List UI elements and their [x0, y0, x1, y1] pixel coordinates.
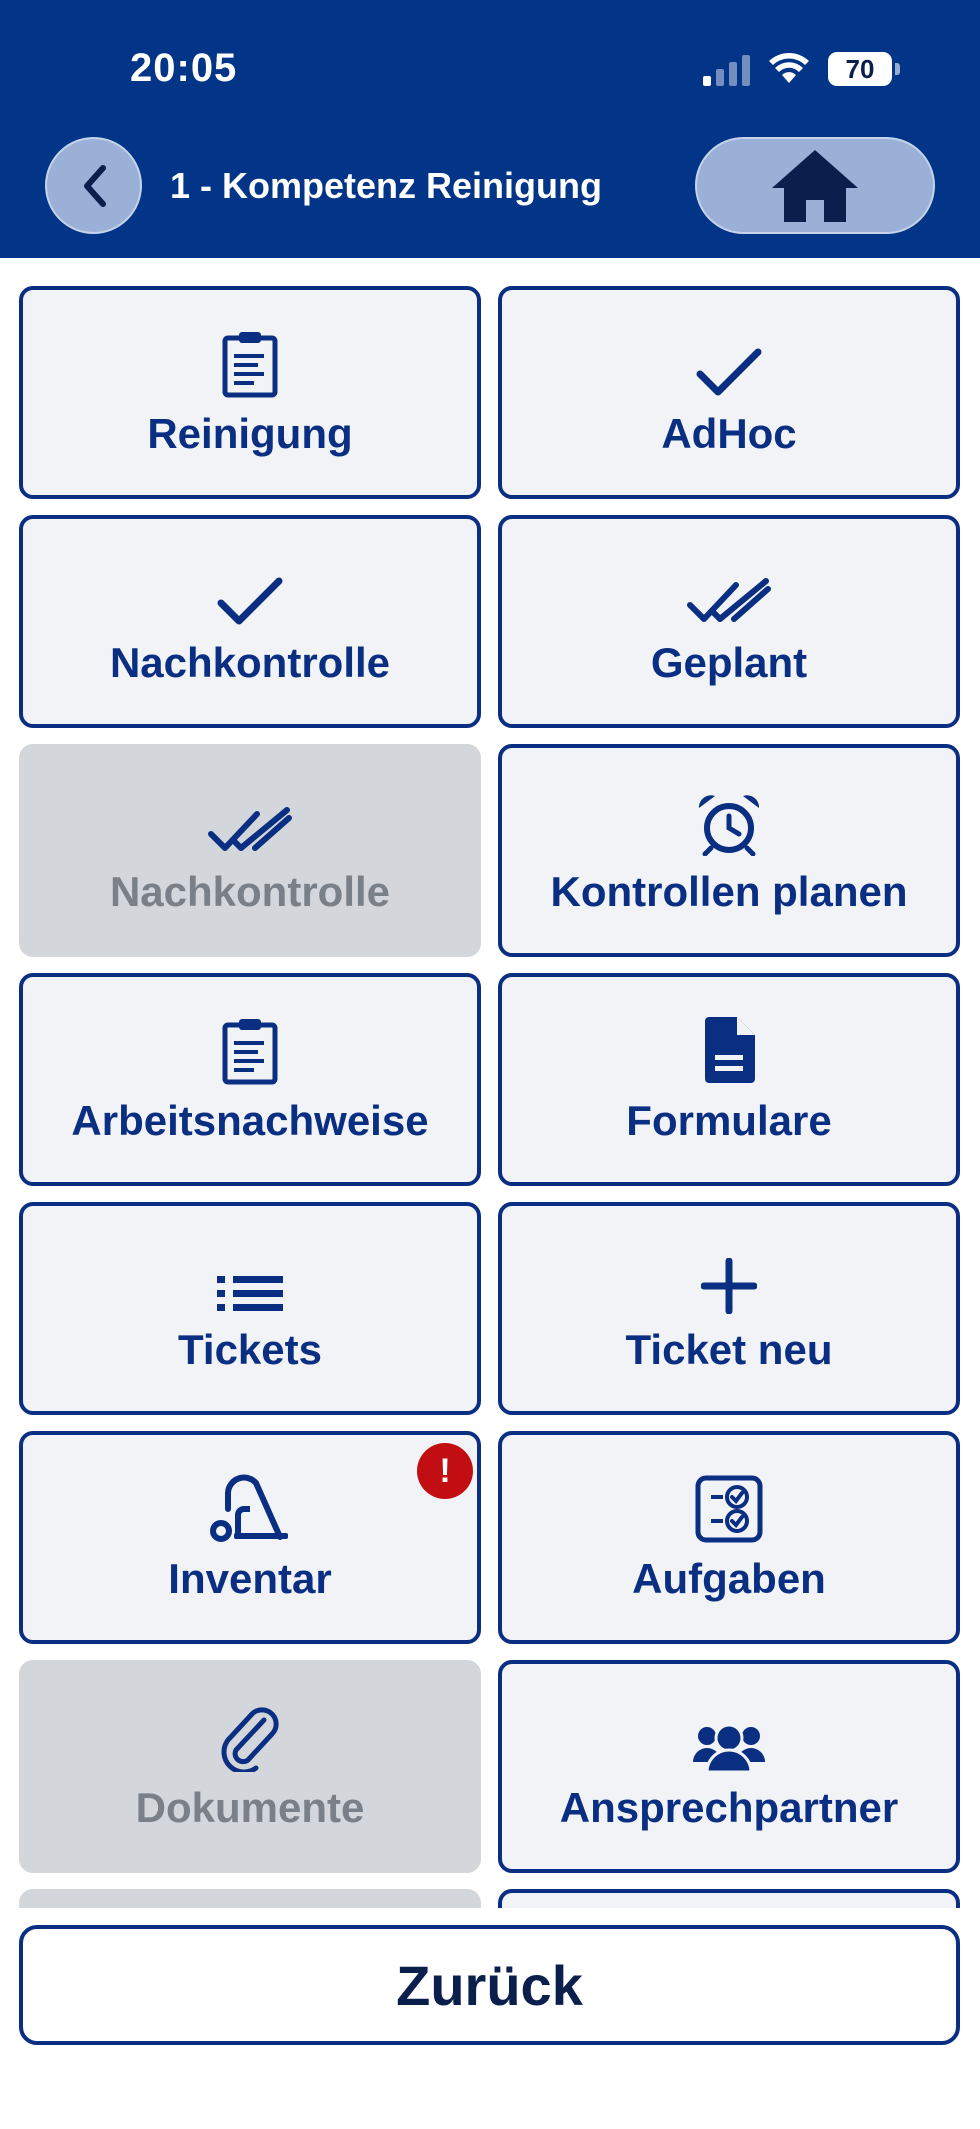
check-icon [217, 577, 283, 624]
cellular-signal-icon [703, 52, 750, 86]
contacts-group-icon [693, 1723, 765, 1772]
tile-reinigung[interactable]: Reinigung [19, 286, 481, 499]
tile-label: Ticket neu [625, 1325, 833, 1373]
double-check-icon [687, 577, 771, 622]
tile-ansprechpartner[interactable]: Ansprechpartner [498, 1660, 960, 1873]
home-button[interactable] [695, 137, 935, 234]
tile-nachkontrolle-disabled: Nachkontrolle [19, 744, 481, 957]
tile-aufgaben[interactable]: Aufgaben [498, 1431, 960, 1644]
tile-nachkontrolle[interactable]: Nachkontrolle [19, 515, 481, 728]
footer: Zurück [0, 1908, 980, 2129]
tile-adhoc[interactable]: AdHoc [498, 286, 960, 499]
plus-icon [701, 1257, 757, 1314]
alert-badge: ! [417, 1443, 473, 1499]
tile-label: Nachkontrolle [109, 638, 391, 686]
menu-grid: Reinigung AdHoc Nachkontrolle Geplant Na… [0, 258, 980, 1908]
task-checklist-icon [695, 1475, 763, 1542]
tile-inventar[interactable]: ! Inventar [19, 1431, 481, 1644]
alarm-clock-icon [698, 794, 760, 856]
battery-icon: 70 [828, 52, 900, 86]
document-icon [705, 1016, 755, 1083]
tile-label: Ansprechpartner [559, 1783, 899, 1831]
tile-partial-right[interactable] [498, 1889, 960, 1908]
status-time: 20:05 [130, 46, 238, 90]
tile-dokumente-disabled: Dokumente [19, 1660, 481, 1873]
vacuum-cleaner-icon [210, 1474, 288, 1542]
paperclip-icon [221, 1706, 279, 1772]
tile-partial-left [19, 1889, 481, 1908]
tile-label: Arbeitsnachweise [71, 1096, 429, 1144]
tile-arbeitsnachweise[interactable]: Arbeitsnachweise [19, 973, 481, 1186]
tile-label: Aufgaben [632, 1554, 826, 1602]
tile-label: Tickets [178, 1325, 322, 1373]
tile-label: Geplant [650, 638, 808, 686]
tile-label: Nachkontrolle [109, 867, 391, 915]
tile-label: Inventar [168, 1554, 332, 1602]
list-icon [217, 1275, 283, 1311]
tile-formulare[interactable]: Formulare [498, 973, 960, 1186]
check-icon [696, 348, 762, 395]
header-back-button[interactable] [45, 137, 142, 234]
wifi-icon [769, 53, 809, 83]
tile-label: Formulare [626, 1096, 832, 1144]
chevron-left-icon [83, 164, 106, 207]
tile-geplant[interactable]: Geplant [498, 515, 960, 728]
tile-label: Dokumente [135, 1783, 365, 1831]
page-title: 1 - Kompetenz Reinigung [170, 165, 602, 206]
home-icon [772, 149, 858, 222]
tile-label: Kontrollen planen [550, 867, 908, 915]
app-header: 20:05 70 1 - Kompetenz Reinigung [0, 0, 980, 258]
double-check-icon [208, 806, 292, 851]
zurueck-button[interactable]: Zurück [19, 1925, 960, 2045]
tile-ticket-neu[interactable]: Ticket neu [498, 1202, 960, 1415]
tile-label: AdHoc [661, 409, 797, 457]
tile-kontrollen-planen[interactable]: Kontrollen planen [498, 744, 960, 957]
tile-tickets[interactable]: Tickets [19, 1202, 481, 1415]
clipboard-icon [222, 331, 278, 397]
clipboard-icon [222, 1018, 278, 1084]
status-icons: 70 [703, 52, 900, 86]
tile-label: Reinigung [147, 409, 353, 457]
